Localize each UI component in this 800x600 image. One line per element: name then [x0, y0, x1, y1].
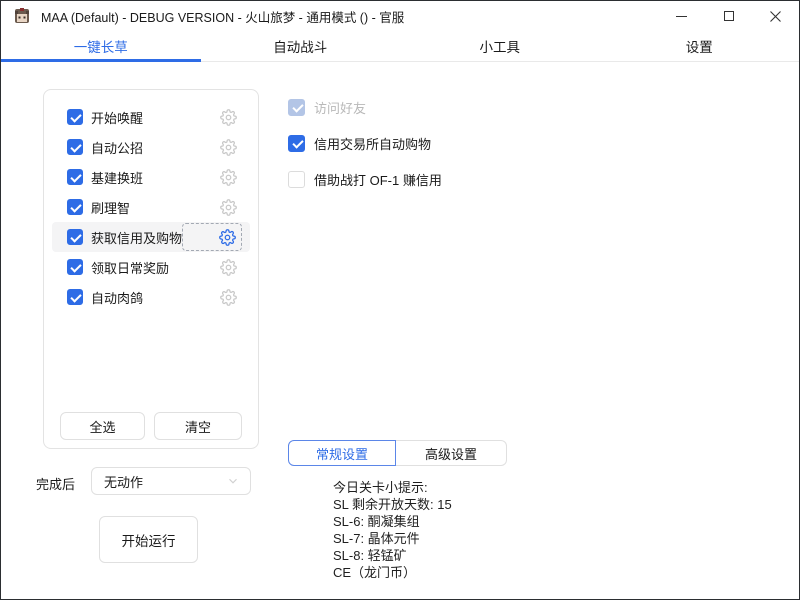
settings-tabs: 常规设置 高级设置 [288, 440, 507, 466]
checkbox-checked[interactable] [67, 259, 83, 275]
chevron-down-icon [226, 474, 240, 488]
task-row-roguelike[interactable]: 自动肉鸽 [52, 282, 250, 312]
task-row-credit-shopping[interactable]: 获取信用及购物 [52, 222, 250, 252]
credit-options: 访问好友 信用交易所自动购物 借助战打 OF-1 赚信用 [288, 98, 442, 206]
tip-line: SL-8: 轻锰矿 [333, 547, 452, 564]
tab-label: 一键长草 [74, 36, 128, 56]
tab-label: 自动战斗 [273, 36, 327, 56]
gear-icon[interactable] [214, 133, 242, 161]
app-icon [13, 7, 31, 25]
tab-tools[interactable]: 小工具 [400, 31, 600, 61]
task-row-infrastructure[interactable]: 基建换班 [52, 162, 250, 192]
daily-stage-tips: 今日关卡小提示: SL 剩余开放天数: 15 SL-6: 酮凝集组 SL-7: … [333, 479, 452, 581]
checkbox-checked[interactable] [67, 289, 83, 305]
task-label: 基建换班 [91, 168, 143, 187]
task-row-rewards[interactable]: 领取日常奖励 [52, 252, 250, 282]
tab-farming[interactable]: 一键长草 [1, 31, 201, 61]
main-content: 开始唤醒 自动公招 基建换班 刷理 [1, 62, 799, 600]
checkbox-checked[interactable] [67, 139, 83, 155]
tip-line: CE（龙门币） [333, 564, 452, 581]
gear-icon[interactable] [214, 193, 242, 221]
task-row-wakeup[interactable]: 开始唤醒 [52, 102, 250, 132]
after-completion-dropdown[interactable]: 无动作 [91, 467, 251, 495]
window-title: MAA (Default) - DEBUG VERSION - 火山旅梦 - 通… [41, 7, 404, 26]
checkbox-checked[interactable] [67, 169, 83, 185]
tip-line: SL 剩余开放天数: 15 [333, 496, 452, 513]
checkbox-checked[interactable] [67, 229, 83, 245]
app-window: MAA (Default) - DEBUG VERSION - 火山旅梦 - 通… [0, 0, 800, 600]
tab-label: 小工具 [480, 36, 521, 56]
titlebar: MAA (Default) - DEBUG VERSION - 火山旅梦 - 通… [1, 1, 799, 31]
gear-icon[interactable] [214, 103, 242, 131]
task-row-sanity[interactable]: 刷理智 [52, 192, 250, 222]
task-label: 领取日常奖励 [91, 258, 169, 277]
task-row-recruit[interactable]: 自动公招 [52, 132, 250, 162]
tab-advanced-settings[interactable]: 高级设置 [396, 440, 507, 466]
tip-line: SL-7: 晶体元件 [333, 530, 452, 547]
maximize-button[interactable] [705, 1, 752, 31]
option-label: 信用交易所自动购物 [314, 134, 431, 153]
close-icon [770, 11, 781, 22]
tab-label: 高级设置 [425, 444, 477, 463]
checkbox-unchecked[interactable] [288, 171, 305, 188]
task-list-card: 开始唤醒 自动公招 基建换班 刷理 [43, 89, 259, 449]
option-credit-store-shopping[interactable]: 信用交易所自动购物 [288, 134, 442, 152]
gear-icon[interactable] [214, 253, 242, 281]
minimize-icon [676, 16, 687, 17]
tab-copilot[interactable]: 自动战斗 [201, 31, 401, 61]
clear-button[interactable]: 清空 [154, 412, 242, 440]
tab-general-settings[interactable]: 常规设置 [288, 440, 396, 466]
checkbox-checked[interactable] [288, 135, 305, 152]
main-tabbar: 一键长草 自动战斗 小工具 设置 [1, 31, 799, 62]
after-completion-label: 完成后 [36, 474, 75, 493]
tab-label: 设置 [686, 36, 713, 56]
window-controls [658, 1, 799, 31]
option-label: 访问好友 [314, 98, 366, 117]
select-all-button[interactable]: 全选 [60, 412, 145, 440]
start-run-button[interactable]: 开始运行 [99, 516, 198, 563]
gear-icon[interactable] [214, 283, 242, 311]
task-label: 获取信用及购物 [91, 228, 182, 247]
maximize-icon [724, 11, 734, 21]
tip-line: 今日关卡小提示: [333, 479, 452, 496]
checkbox-checked[interactable] [67, 199, 83, 215]
task-label: 刷理智 [91, 198, 130, 217]
tip-line: SL-6: 酮凝集组 [333, 513, 452, 530]
close-button[interactable] [752, 1, 799, 31]
minimize-button[interactable] [658, 1, 705, 31]
task-label: 自动公招 [91, 138, 143, 157]
checkbox-disabled-checked [288, 99, 305, 116]
task-label: 自动肉鸽 [91, 288, 143, 307]
option-label: 借助战打 OF-1 赚信用 [314, 170, 442, 189]
option-of1-credit-farming[interactable]: 借助战打 OF-1 赚信用 [288, 170, 442, 188]
tab-label: 常规设置 [316, 444, 368, 463]
option-visit-friends[interactable]: 访问好友 [288, 98, 442, 116]
checkbox-checked[interactable] [67, 109, 83, 125]
task-label: 开始唤醒 [91, 108, 143, 127]
tab-settings[interactable]: 设置 [600, 31, 800, 61]
gear-icon[interactable] [214, 163, 242, 191]
gear-icon-focused[interactable] [182, 223, 242, 251]
dropdown-selected-value: 无动作 [104, 472, 143, 491]
